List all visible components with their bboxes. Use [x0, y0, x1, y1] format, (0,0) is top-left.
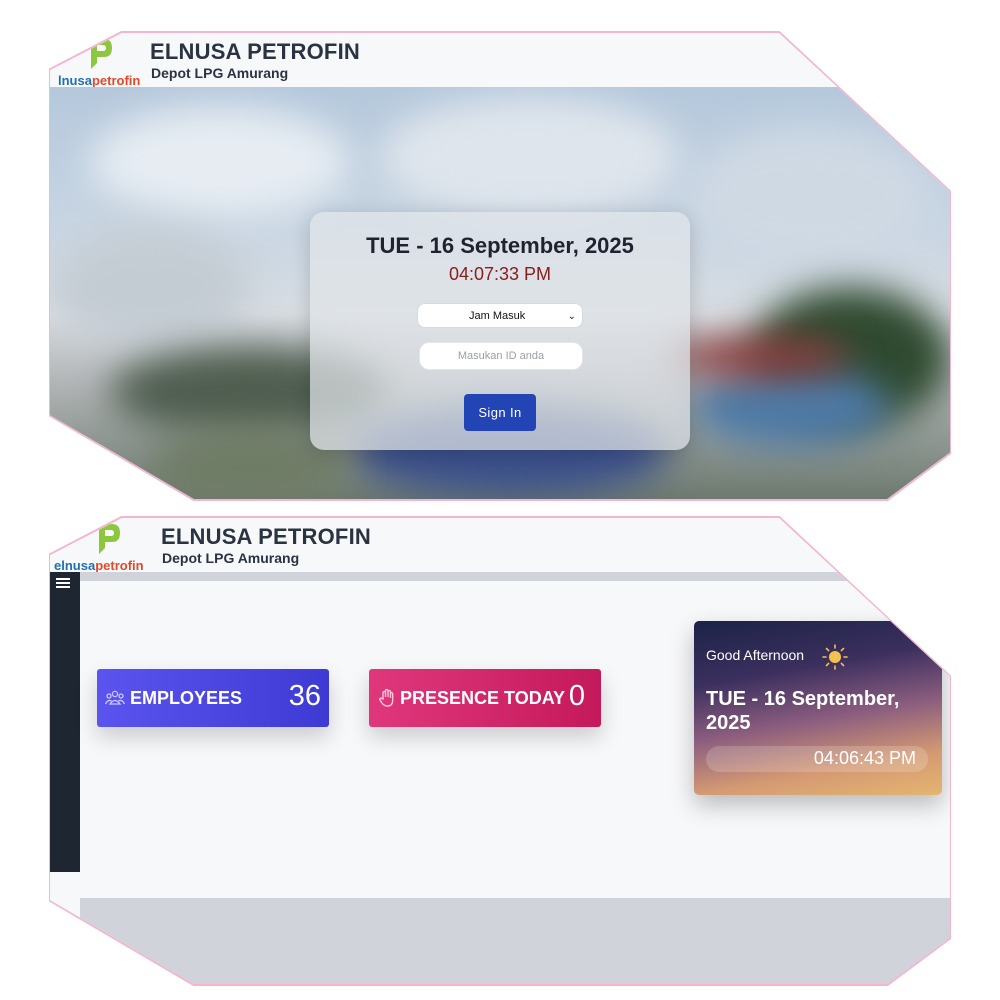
- sun-icon: [822, 644, 848, 670]
- logo-text-part2: petrofin: [91, 73, 141, 88]
- presence-count: 0: [568, 680, 585, 712]
- logo-wordmark: lnusapetrofin: [58, 73, 140, 88]
- header-divider: [50, 572, 950, 581]
- greeting-clock-pill: 04:06:43 PM: [706, 746, 928, 772]
- presence-card[interactable]: PRESENCE TODAY 0: [369, 669, 601, 727]
- attendance-type-select[interactable]: Jam Masuk ⌄: [417, 303, 583, 328]
- employees-count: 36: [288, 680, 321, 712]
- login-date: TUE - 16 September, 2025: [366, 233, 634, 258]
- brand-title: ELNUSA PETROFIN: [161, 524, 371, 549]
- greeting-clock: 04:06:43 PM: [813, 748, 916, 768]
- chevron-down-icon: ⌄: [567, 311, 576, 322]
- greeting-date: TUE - 16 September, 2025: [706, 688, 900, 734]
- brand-subtitle: Depot LPG Amurang: [162, 550, 300, 566]
- header-bar: elnusapetrofin ELNUSA PETROFIN Depot LPG…: [50, 518, 950, 573]
- logo-text-part2: petrofin: [95, 558, 144, 573]
- company-logo: elnusapetrofin: [54, 522, 150, 573]
- brand-title: ELNUSA PETROFIN: [150, 39, 360, 64]
- sidebar: [50, 572, 80, 872]
- sign-in-button[interactable]: Sign In: [464, 394, 536, 431]
- attendance-type-value: Jam Masuk: [469, 310, 526, 322]
- menu-icon[interactable]: [56, 578, 70, 588]
- footer-band: [80, 898, 950, 984]
- login-screen: lnusapetrofin ELNUSA PETROFIN Depot LPG …: [50, 33, 950, 499]
- logo-text-part1: lnusa: [58, 73, 92, 88]
- header-bar: lnusapetrofin ELNUSA PETROFIN Depot LPG …: [50, 33, 950, 88]
- greeting-text: Good Afternoon: [706, 647, 805, 663]
- employee-id-input[interactable]: Masukan ID anda: [419, 342, 583, 370]
- hand-icon: [379, 688, 394, 707]
- employees-label: EMPLOYEES: [130, 688, 243, 708]
- logo-text-part1: elnusa: [54, 558, 96, 573]
- greeting-card: Good Afternoon TUE - 16 September, 2025 …: [694, 621, 942, 795]
- login-clock: 04:07:33 PM: [448, 264, 552, 284]
- employees-card[interactable]: EMPLOYEES 36: [97, 669, 329, 727]
- presence-label: PRESENCE TODAY: [400, 688, 566, 708]
- brand-subtitle: Depot LPG Amurang: [151, 65, 289, 81]
- login-card: TUE - 16 September, 2025 04:07:33 PM Jam…: [310, 212, 690, 450]
- company-logo: lnusapetrofin: [52, 37, 148, 88]
- users-icon: [105, 690, 125, 705]
- logo-wordmark: elnusapetrofin: [54, 558, 144, 573]
- dashboard-screen: elnusapetrofin ELNUSA PETROFIN Depot LPG…: [50, 518, 950, 984]
